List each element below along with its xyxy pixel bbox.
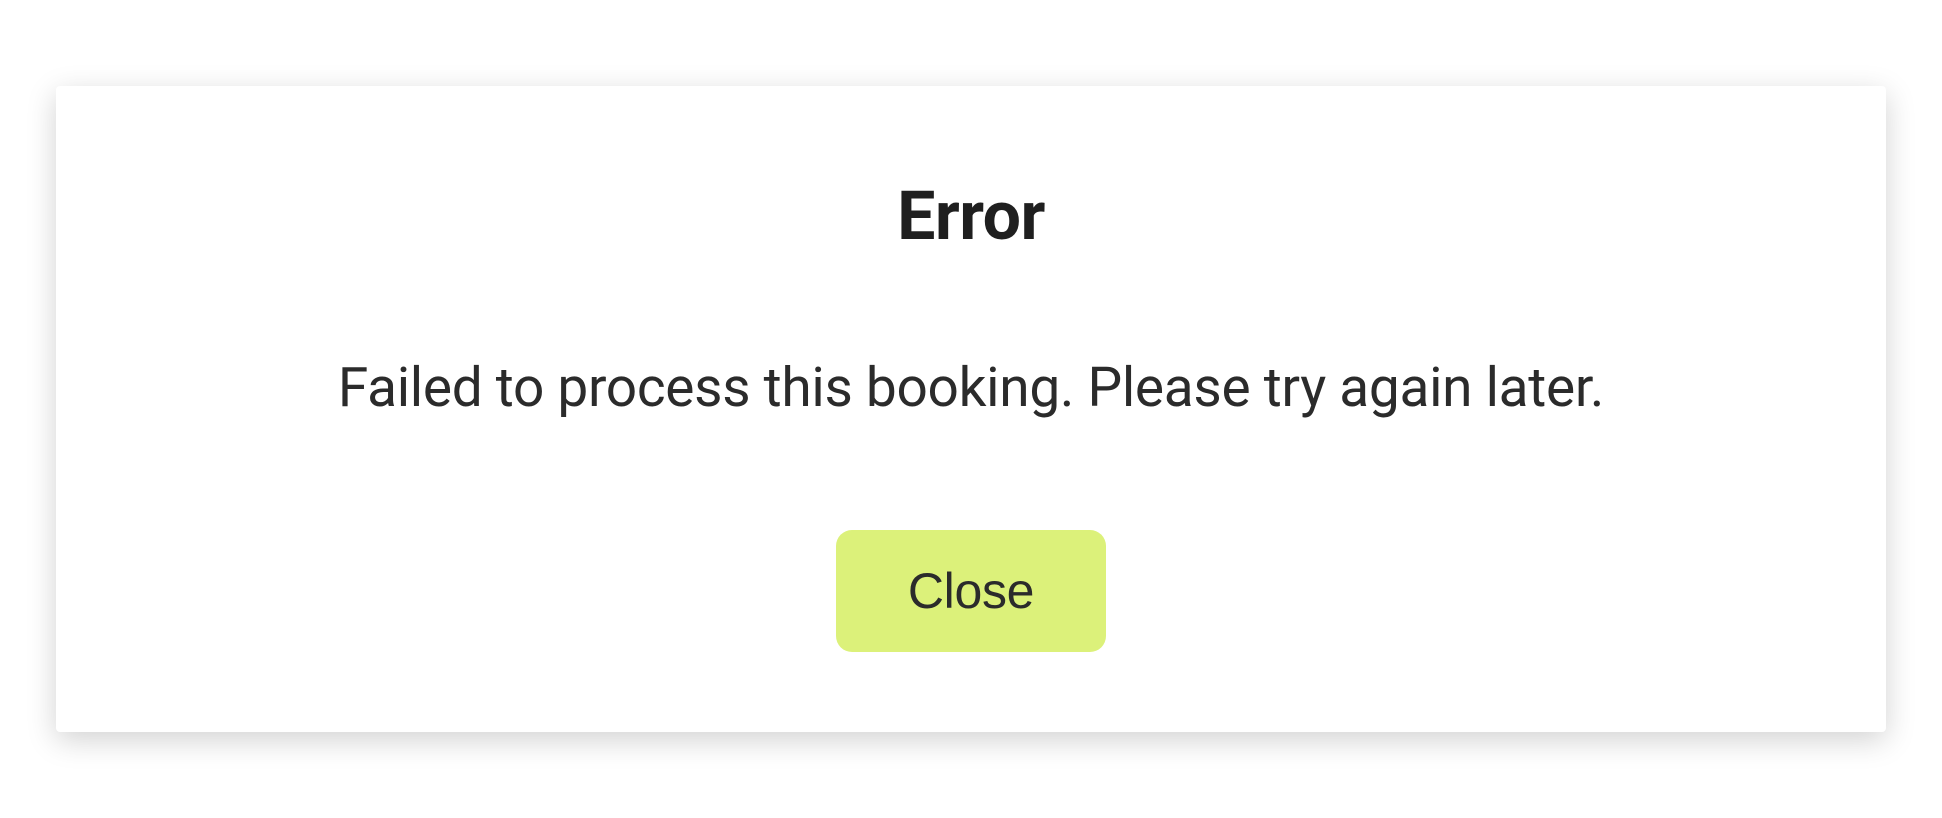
dialog-message: Failed to process this booking. Please t… bbox=[116, 356, 1826, 420]
dialog-title: Error bbox=[116, 176, 1826, 256]
close-button[interactable]: Close bbox=[836, 530, 1106, 652]
error-dialog: Error Failed to process this booking. Pl… bbox=[56, 86, 1886, 732]
